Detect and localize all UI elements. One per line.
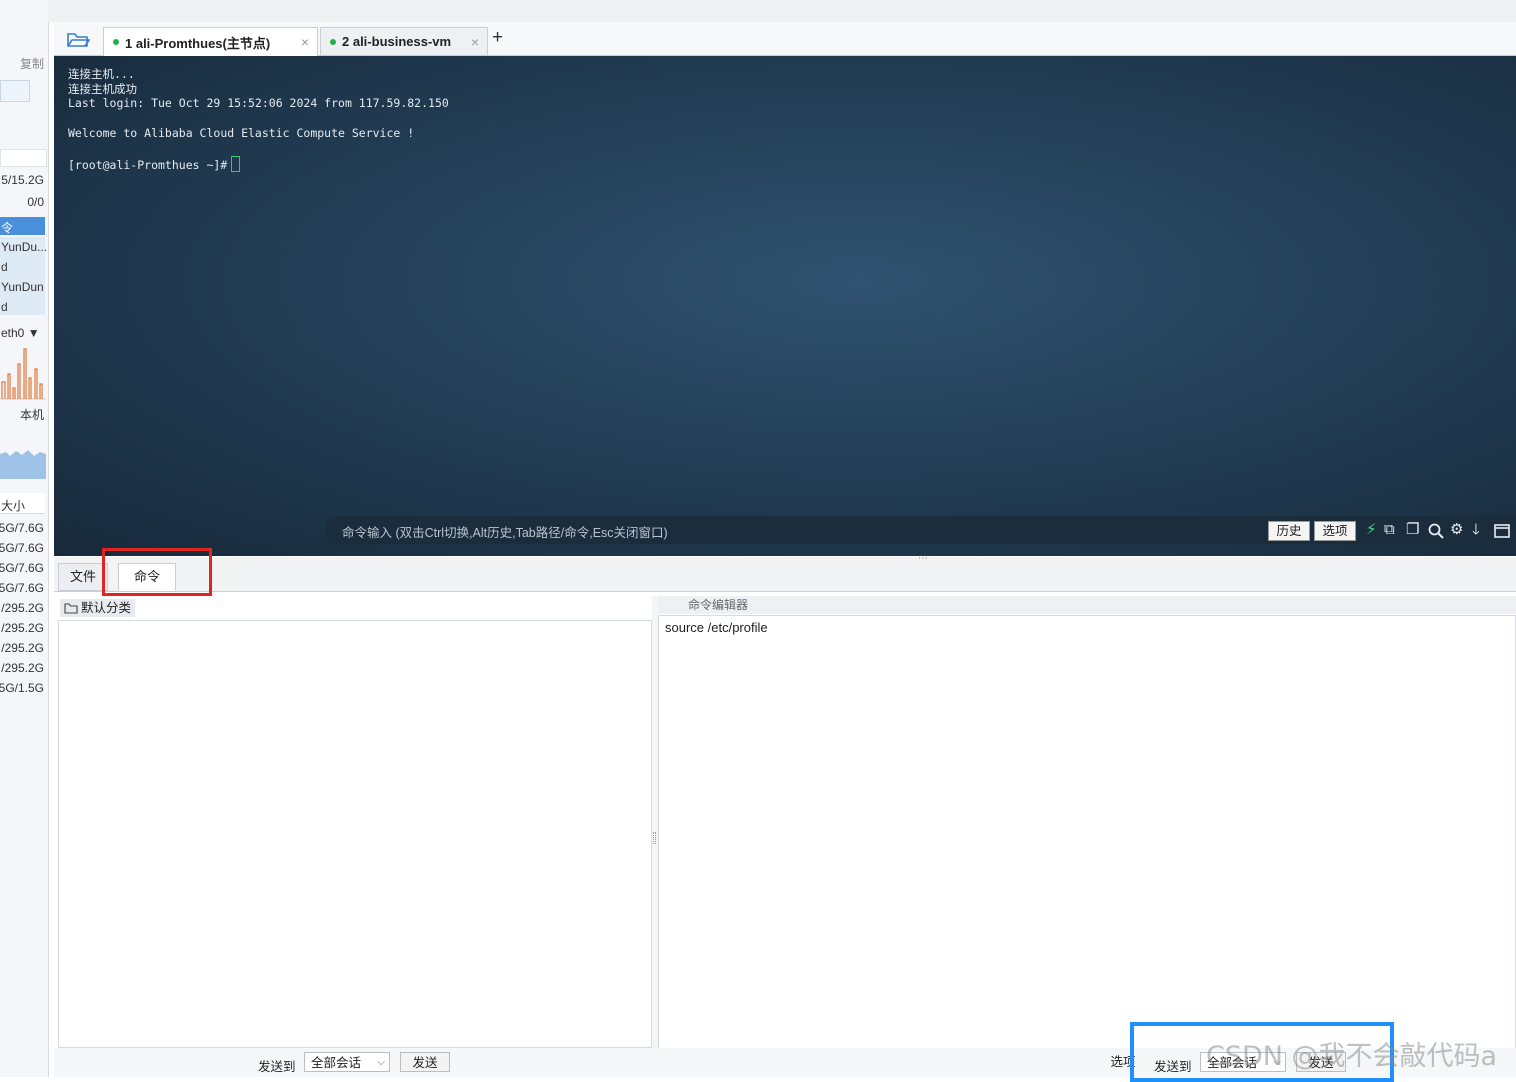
editor-content: source /etc/profile: [665, 620, 768, 635]
terminal-prompt-line: [root@ali-Promthues ~]#: [68, 156, 241, 172]
add-tab-button[interactable]: +: [492, 27, 503, 49]
send-button[interactable]: 发送: [400, 1052, 450, 1072]
tab-session-1[interactable]: 1 ali-Promthues(主节点) ×: [103, 27, 318, 56]
process-row[interactable]: YunDu...: [1, 240, 47, 254]
maximize-icon[interactable]: [1494, 524, 1510, 538]
terminal-prompt: [root@ali-Promthues ~]#: [68, 158, 228, 172]
command-editor-panel: 命令编辑器 source /etc/profile: [658, 596, 1516, 1049]
send-to-label: 发送到: [258, 1060, 296, 1074]
left-sidebar: 复制 5/15.2G 0/0 令 YunDu... d YunDun d eth…: [0, 0, 49, 1077]
local-label: 本机: [19, 408, 44, 422]
disk-row: /295.2G: [1, 661, 44, 675]
tab-label: 2 ali-business-vm: [342, 34, 452, 49]
disk-row: 5G/7.6G: [0, 521, 44, 535]
swap-value: 0/0: [27, 195, 44, 209]
splitter-grip-icon: [653, 832, 656, 844]
tab-session-2[interactable]: 2 ali-business-vm ×: [320, 27, 488, 55]
folder-icon: [64, 603, 78, 614]
command-editor[interactable]: source /etc/profile: [658, 615, 1516, 1049]
process-row[interactable]: d: [1, 260, 8, 274]
copy-icon[interactable]: ⧉: [1384, 521, 1395, 539]
category-label: 默认分类: [81, 601, 132, 615]
tab-label: 1 ali-Promthues(主节点): [125, 35, 271, 51]
window-top-strip: [48, 0, 1516, 22]
sidebar-bar: [0, 149, 47, 167]
highlight-box-red: [102, 548, 212, 596]
chevron-down-icon: ▼: [27, 326, 40, 340]
terminal-line: Last login: Tue Oct 29 15:52:06 2024 fro…: [68, 96, 449, 110]
mem-value: 5/15.2G: [1, 173, 44, 187]
latency-chart: [0, 450, 46, 479]
category-header: 默认分类: [58, 596, 652, 621]
folder-icon[interactable]: [66, 30, 90, 48]
process-row[interactable]: d: [1, 300, 8, 314]
copy-label[interactable]: 复制: [20, 55, 44, 72]
chevron-down-icon: ⌵: [377, 1057, 385, 1068]
disk-row: /295.2G: [1, 621, 44, 635]
net-traffic-chart: [0, 348, 46, 400]
disk-row: 5G/7.6G: [0, 541, 44, 555]
disk-row: 5G/1.5G: [0, 681, 44, 695]
resize-grip-icon[interactable]: ⋯: [918, 553, 929, 564]
bottom-panel-tabs: 文件 命令 ⋯: [54, 553, 1516, 592]
search-icon[interactable]: [1428, 523, 1444, 539]
terminal-screen[interactable]: 连接主机... 连接主机成功 Last login: Tue Oct 29 15…: [54, 56, 1516, 556]
terminal-line: Welcome to Alibaba Cloud Elastic Compute…: [68, 126, 415, 140]
terminal-line: 连接主机...: [68, 67, 135, 81]
close-icon[interactable]: ×: [471, 34, 479, 50]
disk-row: /295.2G: [1, 601, 44, 615]
session-tab-bar: 1 ali-Promthues(主节点) × 2 ali-business-vm…: [54, 22, 1516, 56]
connected-status-icon: [330, 38, 336, 45]
disk-row: 5G/7.6G: [0, 581, 44, 595]
tab-files[interactable]: 文件: [58, 563, 108, 591]
options-button[interactable]: 选项: [1314, 521, 1356, 541]
disk-header: 大小: [1, 499, 26, 513]
net-iface-label: eth0: [1, 326, 25, 340]
command-list[interactable]: [58, 620, 652, 1048]
process-row[interactable]: YunDun: [1, 280, 44, 294]
disk-row: 5G/7.6G: [0, 561, 44, 575]
download-icon[interactable]: 🡓: [1472, 521, 1480, 539]
sidebar-input[interactable]: [0, 80, 30, 102]
terminal-line: 连接主机成功: [68, 82, 137, 96]
watermark: CSDN @我不会敲代码a: [1206, 1041, 1498, 1072]
send-target-value: 全部会话: [311, 1056, 362, 1070]
gear-icon[interactable]: ⚙: [1450, 521, 1463, 539]
command-category-panel: 默认分类: [58, 596, 652, 1048]
disk-row: /295.2G: [1, 641, 44, 655]
lightning-icon[interactable]: ⚡: [1366, 521, 1377, 539]
send-target-select[interactable]: 全部会话 ⌵: [304, 1052, 390, 1072]
command-input-bar[interactable]: 命令输入 (双击Ctrl切换,Alt历史,Tab路径/命令,Esc关闭窗口) 历…: [326, 516, 1516, 544]
category-default[interactable]: 默认分类: [60, 599, 136, 617]
command-input-hint: 命令输入 (双击Ctrl切换,Alt历史,Tab路径/命令,Esc关闭窗口): [342, 526, 668, 540]
net-iface-select[interactable]: eth0 ▼: [1, 326, 40, 340]
process-header: 令: [1, 221, 14, 235]
cursor-icon: [231, 156, 241, 172]
history-button[interactable]: 历史: [1268, 521, 1310, 541]
close-icon[interactable]: ×: [301, 34, 309, 50]
editor-title: 命令编辑器: [658, 596, 1516, 614]
connected-status-icon: [113, 39, 119, 45]
paste-icon[interactable]: ❐: [1406, 521, 1419, 539]
